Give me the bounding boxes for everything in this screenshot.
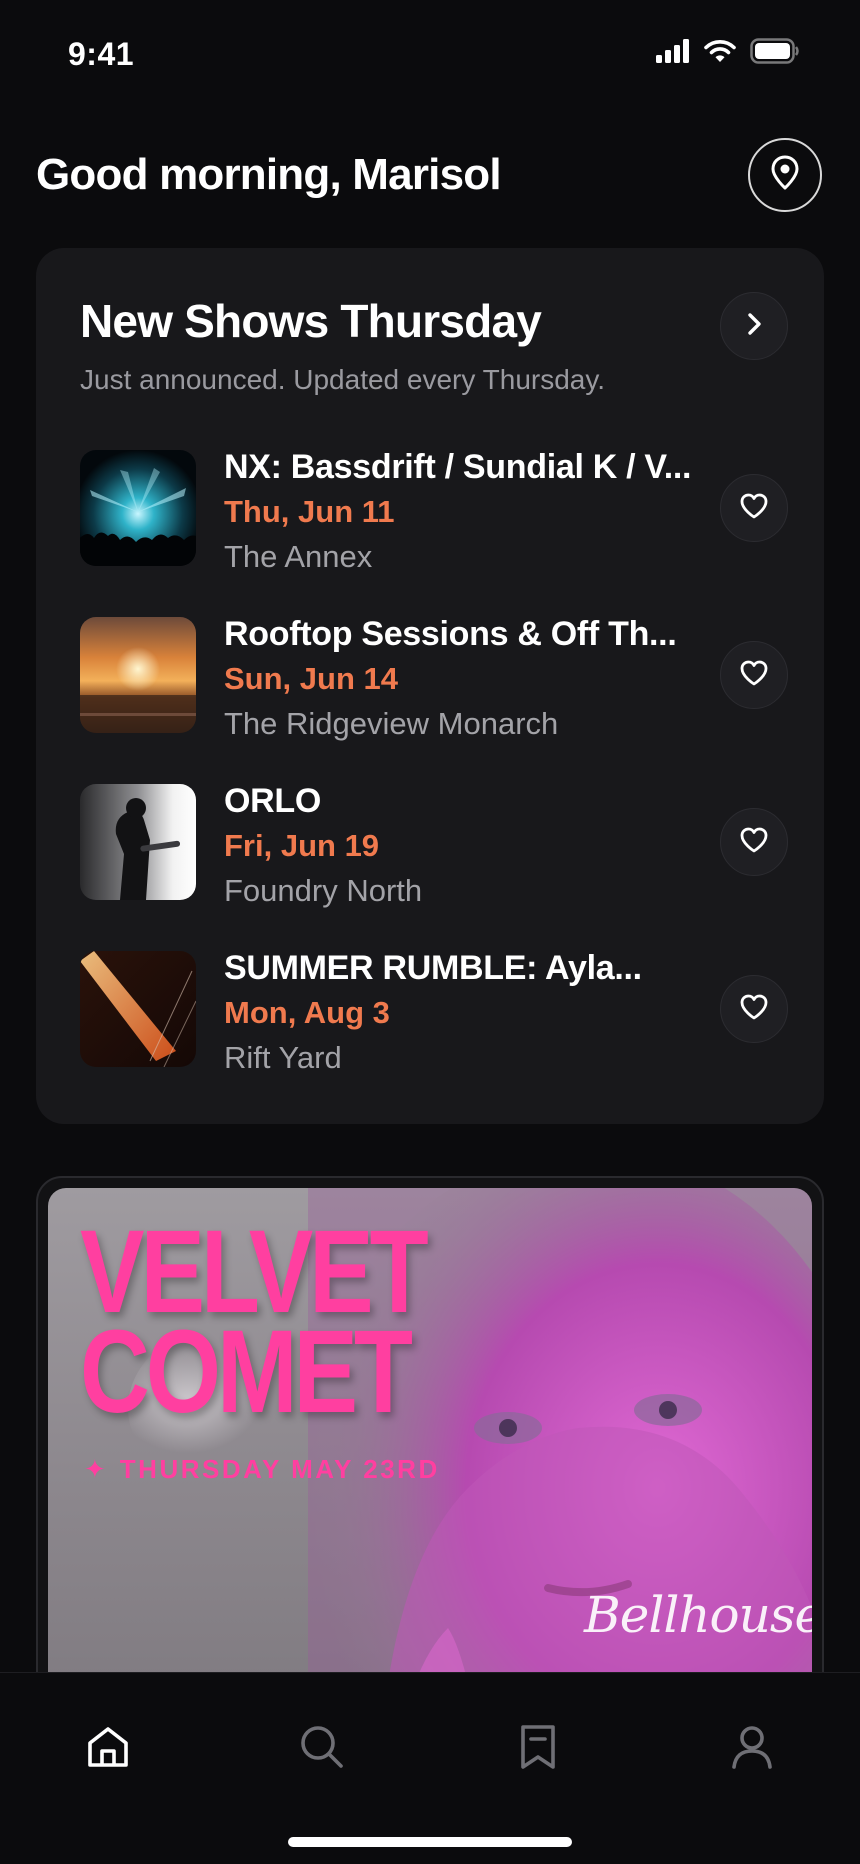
promo-date: THURSDAY MAY 23RD [119,1454,440,1484]
new-shows-card: New Shows Thursday Just announced. Updat… [36,248,824,1124]
tab-profile[interactable] [724,1721,780,1777]
promo-title: VELVET COMET [80,1213,429,1438]
show-venue: Foundry North [224,873,423,908]
favorite-button[interactable] [720,975,788,1043]
profile-icon [728,1723,776,1776]
wifi-icon [704,39,736,68]
promo-poster-image: VELVET COMET ✦ THURSDAY MAY 23RD Bellhou… [48,1188,812,1734]
show-text: NX: Bassdrift / Sundial K / V... Thu, Ju… [224,444,694,580]
show-text: Rooftop Sessions & Off Th... Sun, Jun 14… [224,611,694,747]
show-date: Sun, Jun 14 [224,661,398,696]
sunset-thumbnail [80,617,196,733]
card-title: New Shows Thursday [80,295,542,347]
tab-home[interactable] [80,1721,136,1777]
bookmark-icon [514,1723,562,1776]
heart-icon [739,826,769,859]
battery-icon [750,38,800,69]
promo-card[interactable]: VELVET COMET ✦ THURSDAY MAY 23RD Bellhou… [36,1176,824,1736]
promo-title-line: COMET [80,1306,413,1438]
show-title: NX: Bassdrift / Sundial K / V... [224,448,692,486]
stage-beam-thumbnail [80,951,196,1067]
show-date: Thu, Jun 11 [224,494,395,529]
heart-icon [739,659,769,692]
home-screen: 9:41 Good morning, Marisol New Shows Thu… [0,0,860,1864]
heart-icon [739,993,769,1026]
show-venue: The Ridgeview Monarch [224,706,559,741]
sparkle-icon: ✦ [84,1454,106,1484]
show-item[interactable]: NX: Bassdrift / Sundial K / V... Thu, Ju… [80,444,790,611]
show-venue: The Annex [224,539,373,574]
greeting-title: Good morning, Marisol [36,150,502,199]
concert-lights-thumbnail [80,450,196,566]
show-item[interactable]: Rooftop Sessions & Off Th... Sun, Jun 14… [80,611,790,778]
see-all-button[interactable] [720,292,788,360]
guitarist-thumbnail [80,784,196,900]
home-icon [84,1723,132,1776]
promo-date-row: ✦ THURSDAY MAY 23RD [84,1454,440,1485]
status-time: 9:41 [68,36,135,72]
show-title: SUMMER RUMBLE: Ayla... [224,949,642,987]
show-item[interactable]: ORLO Fri, Jun 19 Foundry North [80,778,790,945]
show-text: ORLO Fri, Jun 19 Foundry North [224,778,694,914]
location-pin-icon [770,155,800,196]
favorite-button[interactable] [720,641,788,709]
show-title: ORLO [224,782,322,820]
card-subtitle: Just announced. Updated every Thursday. [80,364,606,395]
location-button[interactable] [748,138,822,212]
show-title: Rooftop Sessions & Off Th... [224,615,677,653]
heart-icon [739,492,769,525]
tab-bar [0,1672,860,1864]
show-text: SUMMER RUMBLE: Ayla... Mon, Aug 3 Rift Y… [224,945,694,1081]
tab-saved[interactable] [510,1721,566,1777]
home-indicator[interactable] [288,1837,572,1847]
show-venue: Rift Yard [224,1040,342,1075]
search-icon [298,1723,346,1776]
show-list: NX: Bassdrift / Sundial K / V... Thu, Ju… [80,444,790,1112]
status-bar: 9:41 [0,0,860,110]
show-item[interactable]: SUMMER RUMBLE: Ayla... Mon, Aug 3 Rift Y… [80,945,790,1112]
status-icons [656,38,800,69]
cellular-icon [656,39,690,68]
show-date: Fri, Jun 19 [224,828,380,863]
favorite-button[interactable] [720,808,788,876]
show-date: Mon, Aug 3 [224,995,390,1030]
chevron-right-icon [743,311,765,342]
promo-venue-script: Bellhouse [584,1586,812,1644]
favorite-button[interactable] [720,474,788,542]
tab-search[interactable] [294,1721,350,1777]
